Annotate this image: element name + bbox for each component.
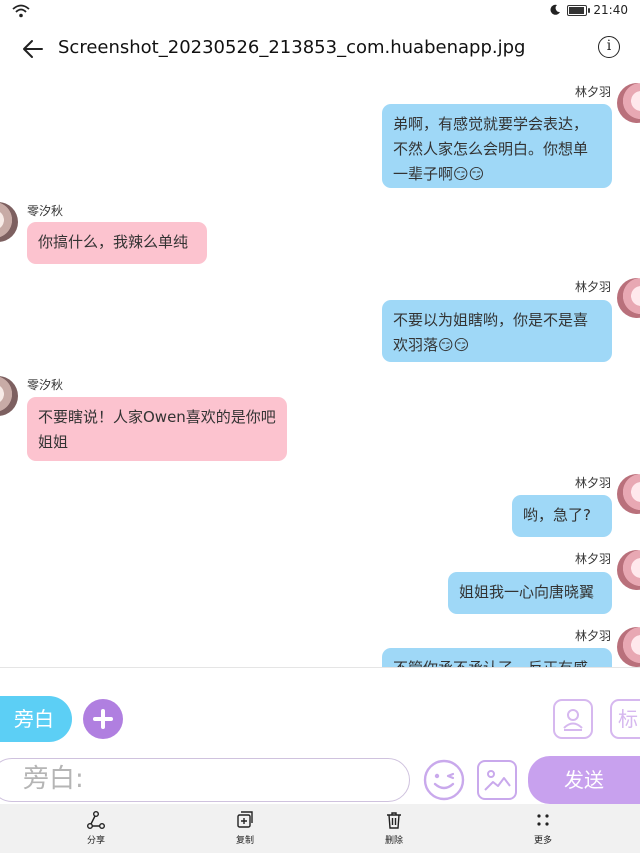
delete-label: 删除 (384, 836, 403, 846)
delete-icon (387, 812, 401, 829)
message-bubble[interactable]: 不要以为姐瞎哟，你是不是喜欢羽落😏😏 (382, 300, 612, 362)
image-icon[interactable] (477, 760, 517, 800)
sender-name: 林夕羽 (574, 476, 611, 490)
sender-name: 零汐秋 (27, 378, 64, 392)
sender-name: 林夕羽 (574, 85, 611, 99)
emoji-icon[interactable] (422, 758, 466, 802)
sender-name: 林夕羽 (574, 552, 611, 566)
share-icon (87, 811, 105, 829)
clock: 21:40 (593, 3, 628, 17)
avatar[interactable] (617, 278, 640, 318)
message-bubble[interactable]: 不要瞎说！人家Owen喜欢的是你吧姐姐 (27, 397, 287, 461)
arrow-left-icon[interactable] (20, 36, 46, 62)
sender-name: 零汐秋 (27, 204, 64, 218)
aside-button[interactable]: 旁白 (0, 696, 72, 742)
more-label: 更多 (533, 836, 552, 846)
share-label: 分享 (86, 836, 105, 846)
more-icon (537, 814, 549, 826)
status-right: 21:40 (549, 3, 628, 17)
delete-button[interactable]: 删除 (364, 810, 424, 846)
more-button[interactable]: 更多 (513, 810, 573, 846)
sender-name: 林夕羽 (574, 280, 611, 294)
message-bubble[interactable]: 弟啊，有感觉就要学会表达，不然人家怎么会明白。你想单一辈子啊😏😏 (382, 104, 612, 188)
info-icon[interactable]: i (598, 36, 620, 58)
status-bar: 21:40 (0, 0, 640, 24)
sender-name: 林夕羽 (574, 629, 611, 643)
page-title: Screenshot_20230526_213853_com.huabenapp… (58, 37, 526, 58)
copy-icon (237, 811, 253, 828)
divider (0, 667, 640, 668)
chat-area[interactable]: 林夕羽 弟啊，有感觉就要学会表达，不然人家怎么会明白。你想单一辈子啊😏😏 零汐秋… (0, 74, 640, 668)
share-button[interactable]: 分享 (66, 810, 126, 846)
battery-fill (569, 6, 584, 14)
moon-icon (550, 4, 561, 15)
avatar[interactable] (617, 474, 640, 514)
send-button[interactable]: 发送 (528, 756, 640, 804)
message-bubble[interactable]: 姐姐我一心向唐晓翼 (448, 572, 612, 614)
avatar[interactable] (617, 83, 640, 123)
aside-input[interactable]: 旁白: (0, 758, 410, 802)
avatar[interactable] (0, 202, 18, 242)
battery-icon (567, 4, 591, 16)
bottom-toolbar: 分享 复制 删除 更多 (0, 804, 640, 853)
role-card-icon[interactable] (553, 699, 593, 739)
wifi-icon (12, 4, 30, 18)
copy-button[interactable]: 复制 (215, 810, 275, 846)
message-bubble[interactable]: 不管你承不承认了，反正有感 (382, 648, 612, 668)
message-bubble[interactable]: 你搞什么，我辣么单纯 (27, 222, 207, 264)
message-bubble[interactable]: 哟，急了? (512, 495, 612, 537)
avatar[interactable] (617, 627, 640, 667)
plus-icon[interactable] (83, 699, 123, 739)
copy-label: 复制 (235, 836, 254, 846)
title-bar: Screenshot_20230526_213853_com.huabenapp… (0, 24, 640, 74)
avatar[interactable] (0, 376, 18, 416)
tag-button[interactable]: 标 (610, 699, 640, 739)
avatar[interactable] (617, 550, 640, 590)
